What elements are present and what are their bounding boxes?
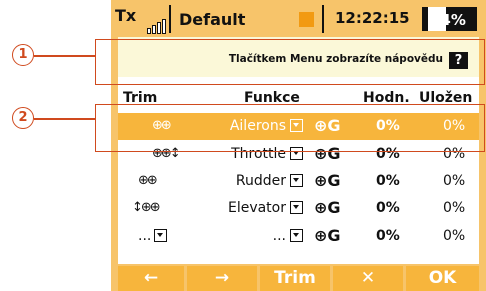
battery-indicator: 64% <box>422 7 477 31</box>
arrow-right-icon: → <box>214 268 230 288</box>
elevator-trim-icon: ↕⊕⊕ <box>132 200 161 215</box>
function-name: Rudder <box>235 173 286 189</box>
trim-placeholder: ... <box>138 228 152 244</box>
function-name: ... <box>272 228 286 244</box>
stored-value: 0% <box>443 173 466 189</box>
dropdown-icon[interactable] <box>290 201 303 214</box>
tools-icon: ✕ <box>360 268 376 288</box>
tx-label: Tx <box>115 6 137 25</box>
callout-1: 1 <box>12 44 34 66</box>
table-row[interactable]: ↕⊕⊕ Elevator ⊕G 0% 0% <box>118 195 479 222</box>
ok-button[interactable]: OK <box>406 266 479 291</box>
stored-value: 0% <box>443 200 466 216</box>
global-icon[interactable]: ⊕G <box>314 198 341 217</box>
model-indicator-icon <box>299 12 314 27</box>
callout-2: 2 <box>12 107 34 129</box>
bottom-bar: ← → Trim ✕ OK <box>111 264 486 291</box>
callout-line-2 <box>34 118 95 120</box>
callout-line-1 <box>34 55 95 57</box>
trim-button[interactable]: Trim <box>260 266 330 291</box>
callout-frame-2 <box>95 104 485 152</box>
global-icon[interactable]: ⊕G <box>314 171 341 190</box>
callout-frame-1 <box>95 39 485 85</box>
rudder-trim-icon: ⊕⊕ <box>138 173 158 188</box>
table-row[interactable]: ... ... ⊕G 0% 0% <box>118 223 479 250</box>
stored-value: 0% <box>443 228 466 244</box>
back-arrow-button[interactable]: ← <box>118 266 184 291</box>
clock: 12:22:15 <box>335 9 410 27</box>
value: 0% <box>376 173 400 189</box>
arrow-left-icon: ← <box>143 268 159 288</box>
forward-arrow-button[interactable]: → <box>187 266 257 291</box>
value: 0% <box>376 200 400 216</box>
trim-dropdown-icon[interactable] <box>154 229 167 242</box>
table-row[interactable]: ⊕⊕ Rudder ⊕G 0% 0% <box>118 168 479 195</box>
function-name: Elevator <box>227 200 286 216</box>
model-name: Default <box>179 10 246 29</box>
status-bar: Tx Default 12:22:15 64% <box>111 0 486 37</box>
battery-percent: 64% <box>430 11 466 29</box>
value: 0% <box>376 228 400 244</box>
model-box[interactable]: Default <box>169 5 324 33</box>
dropdown-icon[interactable] <box>290 174 303 187</box>
dropdown-icon[interactable] <box>290 229 303 242</box>
global-icon[interactable]: ⊕G <box>314 226 341 245</box>
tools-button[interactable]: ✕ <box>333 266 403 291</box>
